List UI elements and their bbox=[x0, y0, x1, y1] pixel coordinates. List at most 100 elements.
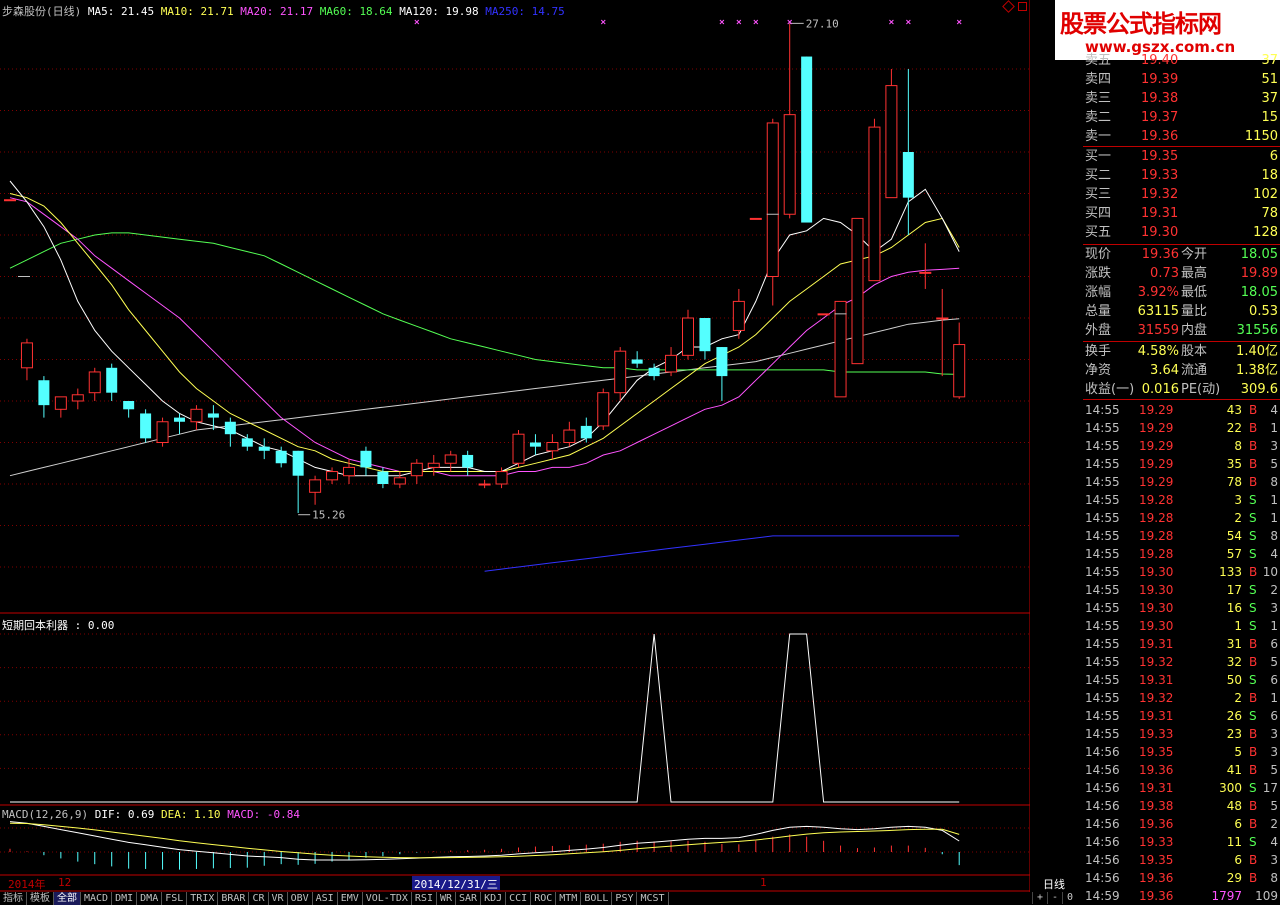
sell-level-row: 卖一 19.36 1150 bbox=[1083, 127, 1280, 146]
tick-row: 14:55 19.29 22 B 1 bbox=[1083, 419, 1280, 437]
tick-price: 19.31 bbox=[1139, 637, 1174, 651]
tab-psy[interactable]: PSY bbox=[612, 892, 638, 905]
tab-trix[interactable]: TRIX bbox=[187, 892, 219, 905]
orderbook-price: 19.35 bbox=[1141, 149, 1179, 164]
tick-side: S bbox=[1249, 583, 1257, 597]
quote-value: 18.05 bbox=[1240, 247, 1278, 262]
stat-value: 1.38亿 bbox=[1236, 363, 1278, 378]
tab-kdj[interactable]: KDJ bbox=[481, 892, 507, 905]
ma5-label: MA5: 21.45 bbox=[87, 5, 155, 18]
tab-macd[interactable]: MACD bbox=[81, 892, 113, 905]
quote-value: 19.89 bbox=[1240, 266, 1278, 281]
tick-volume: 32 bbox=[1226, 655, 1242, 669]
candle-body bbox=[529, 442, 541, 447]
quote-label: 最高 bbox=[1181, 266, 1208, 281]
tick-count: 5 bbox=[1270, 763, 1278, 777]
tab-rsi[interactable]: RSI bbox=[412, 892, 437, 905]
tick-price: 19.30 bbox=[1139, 601, 1174, 615]
tick-row: 14:55 19.31 31 B 6 bbox=[1083, 635, 1280, 653]
buy-level-row: 买一 19.35 6 bbox=[1083, 147, 1280, 166]
tick-time: 14:55 bbox=[1085, 547, 1120, 561]
tick-time: 14:56 bbox=[1085, 817, 1120, 831]
tick-time: 14:55 bbox=[1085, 727, 1120, 741]
tick-volume: 48 bbox=[1226, 799, 1242, 813]
quote-row: 总量 63115 量比 0.53 bbox=[1083, 302, 1280, 321]
tick-price: 19.35 bbox=[1139, 853, 1174, 867]
stat-label: 收益(一) bbox=[1085, 382, 1135, 397]
tick-volume: 26 bbox=[1226, 709, 1242, 723]
tab-cci[interactable]: CCI bbox=[506, 892, 532, 905]
ma10-label: MA10: 21.71 bbox=[160, 5, 234, 18]
orderbook-price: 19.39 bbox=[1141, 72, 1179, 87]
buy-level-row: 买五 19.30 128 bbox=[1083, 223, 1280, 242]
candle-body bbox=[919, 271, 932, 274]
tab-vr[interactable]: VR bbox=[269, 892, 288, 905]
tick-row: 14:55 19.30 16 S 3 bbox=[1083, 599, 1280, 617]
stat-row: 换手 4.58% 股本 1.40亿 bbox=[1083, 342, 1280, 361]
tick-count: 4 bbox=[1270, 547, 1278, 561]
tab-emv[interactable]: EMV bbox=[338, 892, 363, 905]
tab-cr[interactable]: CR bbox=[249, 892, 269, 905]
macd-layer bbox=[9, 821, 960, 870]
tab-全部[interactable]: 全部 bbox=[54, 892, 81, 905]
tick-volume: 22 bbox=[1226, 421, 1242, 435]
tick-volume: 41 bbox=[1226, 763, 1242, 777]
reset-button[interactable]: 0 bbox=[1062, 892, 1077, 904]
tab-dma[interactable]: DMA bbox=[137, 892, 163, 905]
candle-body bbox=[54, 396, 67, 410]
zoom-out-button[interactable]: - bbox=[1047, 892, 1062, 904]
period-label[interactable]: 日线 bbox=[1043, 876, 1065, 891]
indicator-label: 短期回本利器 : 0.00 bbox=[2, 619, 115, 632]
signal-cross bbox=[956, 19, 962, 25]
tick-time: 14:55 bbox=[1085, 511, 1120, 525]
tick-volume: 1 bbox=[1234, 619, 1242, 633]
tab-指标[interactable]: 指标 bbox=[0, 892, 27, 905]
buy-level-row: 买四 19.31 78 bbox=[1083, 204, 1280, 223]
tab-boll[interactable]: BOLL bbox=[581, 892, 613, 905]
tab-mcst[interactable]: MCST bbox=[637, 892, 669, 905]
tab-obv[interactable]: OBV bbox=[288, 892, 313, 905]
tab-wr[interactable]: WR bbox=[437, 892, 457, 905]
signal-cross bbox=[600, 19, 606, 25]
tick-price: 19.33 bbox=[1139, 727, 1174, 741]
tick-volume: 50 bbox=[1226, 673, 1242, 687]
tab-fsl[interactable]: FSL bbox=[162, 892, 188, 905]
tick-side: B bbox=[1249, 853, 1258, 867]
tick-count: 1 bbox=[1270, 619, 1278, 633]
candle-body bbox=[377, 471, 389, 484]
window-square-icon[interactable] bbox=[1018, 2, 1027, 11]
tab-vol-tdx[interactable]: VOL-TDX bbox=[363, 892, 412, 905]
candle-body bbox=[444, 454, 457, 464]
tick-price: 19.28 bbox=[1139, 493, 1174, 507]
tick-price: 19.28 bbox=[1139, 511, 1174, 525]
tab-asi[interactable]: ASI bbox=[313, 892, 338, 905]
tick-time: 14:55 bbox=[1085, 403, 1120, 417]
tick-row: 14:55 19.28 57 S 4 bbox=[1083, 545, 1280, 563]
macd-title: MACD(12,26,9) bbox=[2, 808, 89, 821]
candle-body bbox=[360, 450, 372, 468]
tab-roc[interactable]: ROC bbox=[531, 892, 557, 905]
candle-body bbox=[631, 359, 643, 364]
tab-mtm[interactable]: MTM bbox=[556, 892, 582, 905]
tick-count: 1 bbox=[1270, 493, 1278, 507]
tick-row: 14:56 19.35 6 B 3 bbox=[1083, 851, 1280, 869]
tick-count: 6 bbox=[1270, 673, 1278, 687]
tick-side: S bbox=[1249, 673, 1257, 687]
tick-time: 14:56 bbox=[1085, 745, 1120, 759]
orderbook-price: 19.30 bbox=[1141, 225, 1179, 240]
candle-body bbox=[224, 421, 236, 435]
tab-brar[interactable]: BRAR bbox=[218, 892, 250, 905]
quote-row: 涨幅 3.92% 最低 18.05 bbox=[1083, 283, 1280, 302]
ma120-line bbox=[9, 318, 960, 477]
tab-模板[interactable]: 模板 bbox=[27, 892, 54, 905]
tab-dmi[interactable]: DMI bbox=[112, 892, 138, 905]
tick-price: 19.30 bbox=[1139, 583, 1174, 597]
tick-row: 14:56 19.33 11 S 4 bbox=[1083, 833, 1280, 851]
candle-body bbox=[88, 371, 101, 394]
zoom-in-button[interactable]: + bbox=[1032, 892, 1047, 904]
orderbook-price: 19.32 bbox=[1141, 187, 1179, 202]
tick-row: 14:55 19.30 133 B 10 bbox=[1083, 563, 1280, 581]
tab-sar[interactable]: SAR bbox=[456, 892, 482, 905]
kline-chart[interactable]: 26.0025.0024.0023.0022.0021.0020.0019.00… bbox=[0, 0, 1030, 905]
tick-count: 3 bbox=[1270, 745, 1278, 759]
